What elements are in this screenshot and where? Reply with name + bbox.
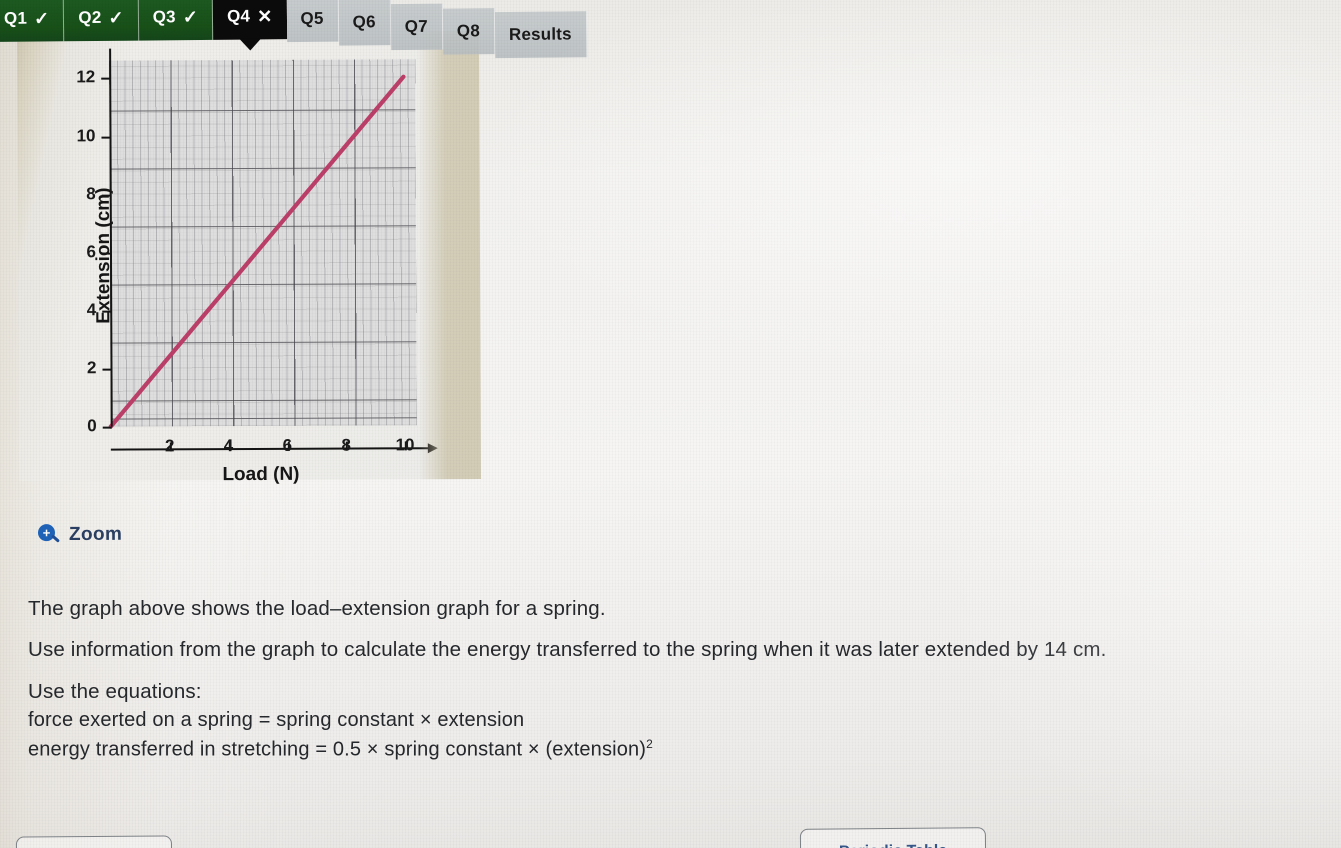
equation-energy-text: energy transferred in stretching = 0.5 ×… [28, 738, 647, 761]
equation-energy-exponent: 2 [646, 737, 653, 752]
equation-energy: energy transferred in stretching = 0.5 ×… [28, 737, 1318, 762]
y-tick [102, 426, 112, 429]
y-tick [101, 78, 111, 81]
tab-q1[interactable]: Q1 ✓ [0, 0, 65, 42]
y-tick-label: 12 [76, 67, 96, 87]
question-task: Use information from the graph to calcul… [28, 638, 1107, 662]
tab-q4-label: Q4 [226, 6, 251, 26]
tab-q8[interactable]: Q8 [442, 8, 496, 55]
tab-q5-label: Q5 [300, 8, 324, 29]
magnifier-plus-icon: + [37, 524, 60, 546]
periodic-table-button-label: Periodic Table [839, 843, 947, 848]
x-axis-title: Load (N) [222, 463, 300, 486]
y-tick-label: 0 [87, 416, 97, 436]
footer-left-button[interactable] [15, 835, 173, 848]
x-tick-label: 4 [223, 436, 234, 456]
equations-heading: Use the equations: [28, 679, 202, 703]
tab-results[interactable]: Results [494, 11, 587, 59]
photo-shadow [417, 30, 481, 480]
tab-q7[interactable]: Q7 [390, 3, 444, 51]
graph-paper-grid [109, 59, 417, 427]
question-body: The graph above shows the load–extension… [28, 596, 1318, 766]
y-tick-label: 2 [86, 358, 97, 378]
x-tick-label: 2 [164, 436, 175, 456]
tab-q3[interactable]: Q3 ✓ [138, 0, 214, 41]
equation-force: force exerted on a spring = spring const… [28, 709, 525, 732]
question-tab-bar[interactable]: Q1 ✓ Q2 ✓ Q3 ✓ Q4 ✕ Q5 Q6 Q7 Q8 Results [0, 0, 824, 59]
y-axis-title: Extension (cm) [92, 187, 115, 324]
zoom-button[interactable]: + Zoom [37, 523, 123, 546]
tab-results-label: Results [508, 24, 572, 45]
x-tick-label: 6 [282, 435, 293, 455]
tab-q3-label: Q3 [152, 7, 176, 27]
tab-q7-label: Q7 [404, 16, 428, 37]
periodic-table-button[interactable]: Periodic Table [799, 827, 987, 848]
tab-q6[interactable]: Q6 [338, 0, 391, 46]
y-tick [101, 136, 111, 139]
y-tick [102, 368, 112, 371]
zoom-button-label: Zoom [68, 523, 123, 546]
x-tick-label: 8 [341, 435, 351, 455]
tab-q2[interactable]: Q2 ✓ [64, 0, 139, 42]
tab-q5[interactable]: Q5 [286, 0, 339, 43]
question-intro: The graph above shows the load–extension… [28, 597, 606, 620]
tab-q1-label: Q1 [3, 8, 28, 28]
tab-q4[interactable]: Q4 ✕ [212, 0, 287, 40]
x-tick-label: 10 [395, 435, 415, 455]
x-axis [110, 446, 429, 451]
load-extension-graph: 0 2 4 6 8 10 12 2 4 6 8 10 Extension (cm) Load (N) [17, 30, 481, 485]
check-icon: ✓ [33, 8, 50, 29]
check-icon: ✓ [108, 7, 124, 28]
tab-q8-label: Q8 [456, 21, 481, 41]
y-tick-label: 10 [76, 125, 96, 145]
check-icon: ✓ [182, 7, 199, 28]
cross-icon: ✕ [257, 6, 273, 27]
plot-area: 0 2 4 6 8 10 12 2 4 6 8 10 Extension (cm) Load (N) [76, 48, 439, 485]
tab-q2-label: Q2 [78, 7, 102, 28]
tab-q6-label: Q6 [352, 12, 376, 32]
